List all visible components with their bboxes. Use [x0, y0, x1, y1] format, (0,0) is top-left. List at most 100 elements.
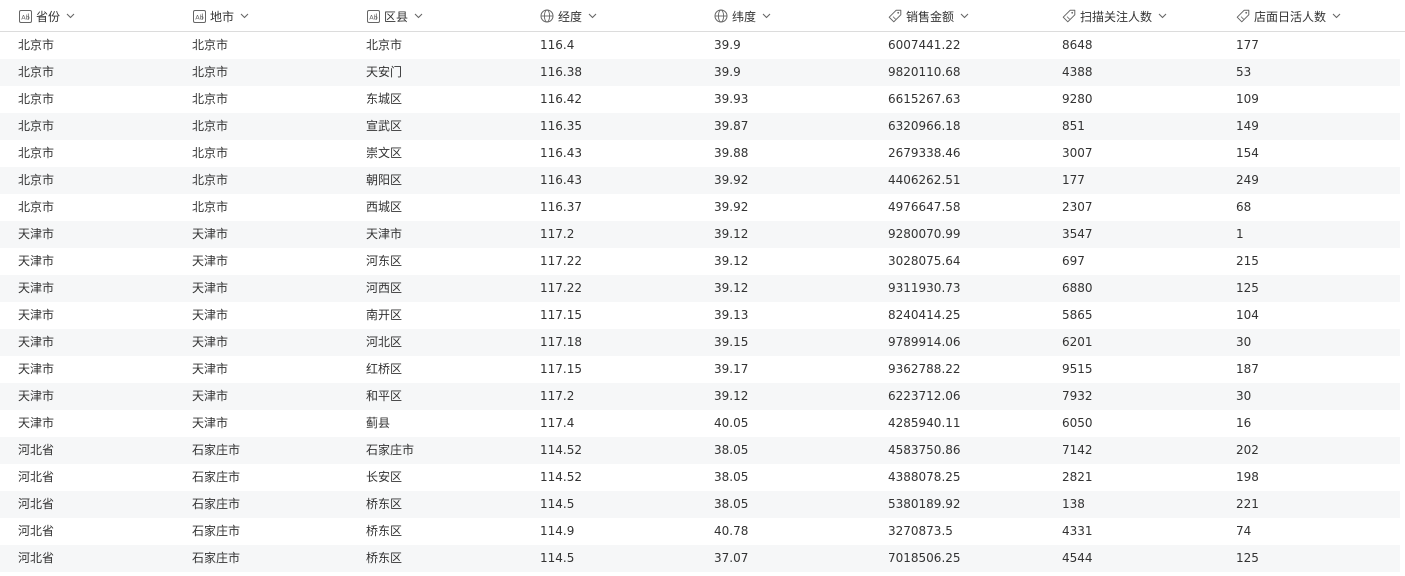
data-table: Ab 省份 Ab 地市 Ab 区县 经度 纬度 销售金额 扫描关注人数 店面日活人数 北京市 北京市北… [0, 0, 1405, 576]
cell-district: 南开区 [366, 308, 403, 322]
cell-district: 桥东区 [366, 497, 403, 511]
cell-scan-followers: 138 [1062, 497, 1085, 511]
cell-scan-followers: 5865 [1062, 308, 1093, 322]
column-header-scan-followers[interactable]: 扫描关注人数 [1062, 0, 1167, 32]
number-tag-icon [888, 9, 902, 23]
table-row[interactable]: 天津市 天津市 和平区 117.2 39.12 6223712.06 7932 30 [0, 383, 1400, 410]
cell-city: 天津市 [192, 416, 229, 430]
chevron-down-icon[interactable] [959, 11, 969, 21]
cell-scan-followers: 697 [1062, 254, 1085, 268]
table-row[interactable]: 河北省 石家庄市 石家庄市 114.52 38.05 4583750.86 7142 202 [0, 437, 1400, 464]
table-row[interactable]: 北京市 北京市 天安门 116.38 39.9 9820110.68 4388 53 [0, 59, 1400, 86]
cell-province: 天津市 [18, 335, 55, 349]
cell-scan-followers: 6201 [1062, 335, 1093, 349]
chevron-down-icon[interactable] [65, 11, 75, 21]
cell-store-daily-active: 30 [1236, 335, 1252, 349]
cell-sales-amount: 4583750.86 [888, 443, 961, 457]
chevron-down-icon[interactable] [761, 11, 771, 21]
column-header-latitude[interactable]: 纬度 [714, 0, 771, 32]
table-row[interactable]: 天津市 天津市 红桥区 117.15 39.17 9362788.22 9515 187 [0, 356, 1400, 383]
cell-scan-followers: 4544 [1062, 551, 1093, 565]
column-header-city[interactable]: Ab 地市 [192, 0, 249, 32]
table-row[interactable]: 北京市 北京市 崇文区 116.43 39.88 2679338.46 3007 154 [0, 140, 1400, 167]
cell-sales-amount: 9280070.99 [888, 227, 961, 241]
cell-district: 长安区 [366, 470, 403, 484]
column-header-sales-amount[interactable]: 销售金额 [888, 0, 969, 32]
table-row[interactable]: 天津市 天津市 蓟县 117.4 40.05 4285940.11 6050 16 [0, 410, 1400, 437]
cell-city: 北京市 [192, 173, 229, 187]
column-header-label: 销售金额 [906, 9, 955, 24]
table-row[interactable]: 北京市 北京市 北京市 116.4 39.9 6007441.22 8648 177 [0, 32, 1400, 59]
cell-city: 北京市 [192, 38, 229, 52]
column-header-label: 地市 [210, 9, 235, 24]
cell-longitude: 114.5 [540, 497, 575, 511]
table-row[interactable]: 河北省 石家庄市 桥东区 114.5 37.07 7018506.25 4544 125 [0, 545, 1400, 572]
cell-district: 桥东区 [366, 551, 403, 565]
table-row[interactable]: 北京市 北京市 宣武区 116.35 39.87 6320966.18 851 149 [0, 113, 1400, 140]
number-tag-icon [1236, 9, 1250, 23]
table-row[interactable]: 河北省 石家庄市 桥东区 114.5 38.05 5380189.92 138 221 [0, 491, 1400, 518]
cell-province: 河北省 [18, 497, 55, 511]
chevron-down-icon[interactable] [413, 11, 423, 21]
column-header-longitude[interactable]: 经度 [540, 0, 597, 32]
cell-store-daily-active: 125 [1236, 551, 1259, 565]
cell-province: 天津市 [18, 389, 55, 403]
column-header-province[interactable]: Ab 省份 [18, 0, 75, 32]
chevron-down-icon[interactable] [587, 11, 597, 21]
cell-sales-amount: 6223712.06 [888, 389, 961, 403]
cell-district: 崇文区 [366, 146, 403, 160]
table-row[interactable]: 天津市 天津市 南开区 117.15 39.13 8240414.25 5865 104 [0, 302, 1400, 329]
column-header-district[interactable]: Ab 区县 [366, 0, 423, 32]
table-row[interactable]: 北京市 北京市 西城区 116.37 39.92 4976647.58 2307 68 [0, 194, 1400, 221]
cell-city: 天津市 [192, 308, 229, 322]
cell-scan-followers: 7932 [1062, 389, 1093, 403]
cell-longitude: 116.43 [540, 173, 582, 187]
table-row[interactable]: 河北省 石家庄市 长安区 114.52 38.05 4388078.25 2821 198 [0, 464, 1400, 491]
cell-scan-followers: 4388 [1062, 65, 1093, 79]
cell-sales-amount: 2679338.46 [888, 146, 961, 160]
cell-latitude: 39.92 [714, 200, 749, 214]
cell-store-daily-active: 74 [1236, 524, 1252, 538]
cell-sales-amount: 9311930.73 [888, 281, 961, 295]
cell-province: 天津市 [18, 362, 55, 376]
cell-store-daily-active: 68 [1236, 200, 1252, 214]
chevron-down-icon[interactable] [1331, 11, 1341, 21]
cell-scan-followers: 9515 [1062, 362, 1093, 376]
cell-store-daily-active: 177 [1236, 38, 1259, 52]
cell-store-daily-active: 198 [1236, 470, 1259, 484]
table-row[interactable]: 天津市 天津市 河北区 117.18 39.15 9789914.06 6201 30 [0, 329, 1400, 356]
number-tag-icon [1062, 9, 1076, 23]
cell-sales-amount: 7018506.25 [888, 551, 961, 565]
table-row[interactable]: 河北省 石家庄市 桥东区 114.9 40.78 3270873.5 4331 74 [0, 518, 1400, 545]
cell-scan-followers: 7142 [1062, 443, 1093, 457]
table-row[interactable]: 天津市 天津市 河东区 117.22 39.12 3028075.64 697 215 [0, 248, 1400, 275]
cell-store-daily-active: 215 [1236, 254, 1259, 268]
cell-district: 蓟县 [366, 416, 391, 430]
cell-latitude: 39.12 [714, 227, 749, 241]
chevron-down-icon[interactable] [239, 11, 249, 21]
text-type-icon: Ab [18, 9, 32, 23]
cell-district: 北京市 [366, 38, 403, 52]
cell-latitude: 40.05 [714, 416, 749, 430]
cell-district: 东城区 [366, 92, 403, 106]
chevron-down-icon[interactable] [1157, 11, 1167, 21]
cell-longitude: 114.52 [540, 443, 582, 457]
cell-sales-amount: 3270873.5 [888, 524, 953, 538]
column-header-store-daily-active[interactable]: 店面日活人数 [1236, 0, 1341, 32]
cell-scan-followers: 3547 [1062, 227, 1093, 241]
table-row[interactable]: 天津市 天津市 河西区 117.22 39.12 9311930.73 6880 125 [0, 275, 1400, 302]
cell-store-daily-active: 30 [1236, 389, 1252, 403]
cell-longitude: 114.52 [540, 470, 582, 484]
cell-longitude: 117.4 [540, 416, 575, 430]
cell-sales-amount: 6615267.63 [888, 92, 961, 106]
table-row[interactable]: 天津市 天津市 天津市 117.2 39.12 9280070.99 3547 1 [0, 221, 1400, 248]
cell-district: 朝阳区 [366, 173, 403, 187]
cell-store-daily-active: 1 [1236, 227, 1244, 241]
table-row[interactable]: 北京市 北京市 东城区 116.42 39.93 6615267.63 9280 109 [0, 86, 1400, 113]
cell-sales-amount: 4406262.51 [888, 173, 961, 187]
cell-province: 北京市 [18, 173, 55, 187]
cell-scan-followers: 4331 [1062, 524, 1093, 538]
table-row[interactable]: 北京市 北京市 朝阳区 116.43 39.92 4406262.51 177 249 [0, 167, 1400, 194]
cell-scan-followers: 851 [1062, 119, 1085, 133]
cell-latitude: 39.13 [714, 308, 749, 322]
